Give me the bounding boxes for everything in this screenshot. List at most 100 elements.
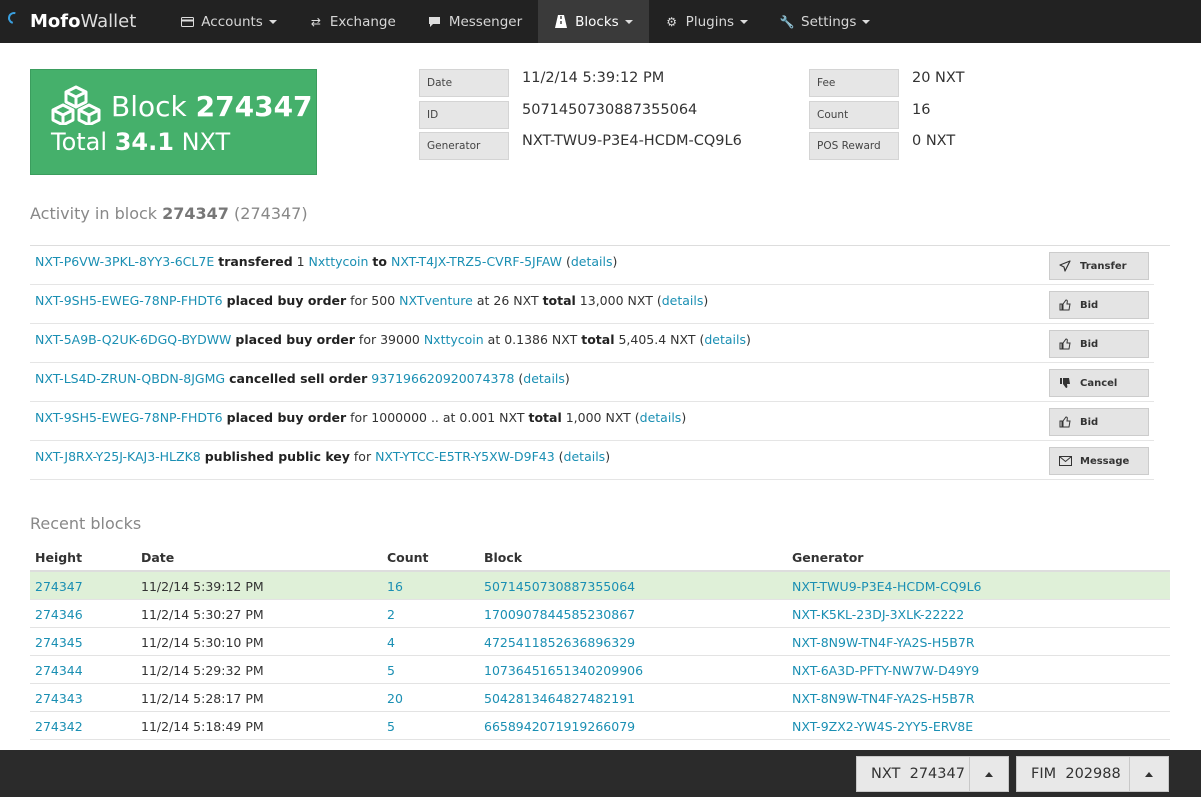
block-height-link[interactable]: 274346 bbox=[35, 607, 83, 622]
nav-accounts[interactable]: Accounts bbox=[164, 0, 293, 43]
wrench-icon: 🔧 bbox=[779, 14, 795, 29]
table-row[interactable]: 274345 11/2/14 5:30:10 PM 4 472541185263689… bbox=[30, 628, 1170, 656]
activity-link[interactable]: NXT-9SH5-EWEG-78NP-FHDT6 bbox=[35, 410, 223, 425]
date-value: 11/2/14 5:39:12 PM bbox=[522, 70, 665, 86]
block-id-link[interactable]: 5071450730887355064 bbox=[484, 579, 635, 594]
activity-text-part: at 0.1386 NXT bbox=[483, 332, 582, 347]
thumbs-down-icon bbox=[1058, 377, 1072, 389]
block-height-link[interactable]: 274345 bbox=[35, 635, 83, 650]
table-body: 274347 11/2/14 5:39:12 PM 16 50714507308873… bbox=[30, 572, 1170, 768]
details-link[interactable]: details bbox=[704, 332, 746, 347]
activity-link[interactable]: NXT-YTCC-E5TR-Y5XW-D9F43 bbox=[375, 449, 555, 464]
activity-text-part: ) bbox=[681, 410, 687, 425]
activity-link[interactable]: Nxttycoin bbox=[424, 332, 484, 347]
block-id-link[interactable]: 6658942071919266079 bbox=[484, 719, 635, 734]
generator-link[interactable]: NXT-K5KL-23DJ-3XLK-22222 bbox=[792, 607, 964, 622]
table-row[interactable]: 274346 11/2/14 5:30:27 PM 2 170090784458523… bbox=[30, 600, 1170, 628]
block-id-link[interactable]: 5042813464827482191 bbox=[484, 691, 635, 706]
table-row[interactable]: 274343 11/2/14 5:28:17 PM 20 50428134648274… bbox=[30, 684, 1170, 712]
details-link[interactable]: details bbox=[640, 410, 682, 425]
generator-link[interactable]: NXT-TWU9-P3E4-HCDM-CQ9L6 bbox=[522, 133, 742, 149]
tx-count-link[interactable]: 5 bbox=[387, 719, 395, 734]
brand-logo[interactable]: Mofo Wallet bbox=[0, 0, 164, 43]
tx-count-link[interactable]: 20 bbox=[387, 691, 403, 706]
generator-link[interactable]: NXT-6A3D-PFTY-NW7W-D49Y9 bbox=[792, 663, 979, 678]
column-header-height[interactable]: Height bbox=[35, 550, 82, 565]
activity-heading-block: 274347 bbox=[162, 204, 229, 223]
fee-label: Fee bbox=[809, 69, 899, 97]
details-link[interactable]: details bbox=[571, 254, 613, 269]
activity-text-part: ) bbox=[612, 254, 618, 269]
activity-link[interactable]: NXT-LS4D-ZRUN-QBDN-8JGMG bbox=[35, 371, 225, 386]
details-link[interactable]: details bbox=[523, 371, 565, 386]
block-height-link[interactable]: 274347 bbox=[35, 579, 83, 594]
activity-link[interactable]: NXT-J8RX-Y25J-KAJ3-HLZK8 bbox=[35, 449, 201, 464]
bid-button[interactable]: Bid bbox=[1049, 330, 1149, 358]
nav-messenger-label: Messenger bbox=[448, 13, 523, 30]
table-row[interactable]: 274344 11/2/14 5:29:32 PM 5 107364516513402… bbox=[30, 656, 1170, 684]
activity-link[interactable]: Nxttycoin bbox=[309, 254, 369, 269]
activity-action: total bbox=[581, 332, 615, 347]
pos-reward-value: 0 NXT bbox=[912, 133, 956, 149]
bid-button[interactable]: Bid bbox=[1049, 291, 1149, 319]
generator-link[interactable]: NXT-8N9W-TN4F-YA2S-H5B7R bbox=[792, 691, 975, 706]
nxt-expand-button[interactable] bbox=[970, 756, 1008, 792]
nxt-height-display[interactable]: NXT 274347 bbox=[857, 756, 970, 792]
activity-link[interactable]: NXT-9SH5-EWEG-78NP-FHDT6 bbox=[35, 293, 223, 308]
tx-count-link[interactable]: 16 bbox=[387, 579, 403, 594]
nav-settings[interactable]: 🔧 Settings bbox=[764, 0, 886, 43]
chevron-down-icon bbox=[740, 19, 749, 24]
activity-text: NXT-J8RX-Y25J-KAJ3-HLZK8 published publi… bbox=[35, 449, 610, 464]
fim-expand-button[interactable] bbox=[1130, 756, 1168, 792]
activity-link[interactable]: NXT-P6VW-3PKL-8YY3-6CL7E bbox=[35, 254, 214, 269]
thumbs-up-icon bbox=[1058, 299, 1072, 311]
tx-count-link[interactable]: 2 bbox=[387, 607, 395, 622]
column-header-generator[interactable]: Generator bbox=[792, 550, 863, 565]
activity-heading-paren: (274347) bbox=[234, 204, 308, 223]
details-link[interactable]: details bbox=[564, 449, 606, 464]
activity-link[interactable]: 937196620920074378 bbox=[371, 371, 514, 386]
activity-link[interactable]: NXT-T4JX-TRZ5-CVRF-5JFAW bbox=[391, 254, 562, 269]
tx-count-link[interactable]: 4 bbox=[387, 635, 395, 650]
activity-text-part: ) bbox=[564, 371, 570, 386]
column-header-date[interactable]: Date bbox=[141, 550, 174, 565]
chat-icon bbox=[428, 16, 442, 28]
nav-messenger[interactable]: Messenger bbox=[412, 0, 538, 43]
block-date: 11/2/14 5:30:10 PM bbox=[141, 635, 264, 650]
transfer-button[interactable]: Transfer bbox=[1049, 252, 1149, 280]
activity-text-part: 1 bbox=[292, 254, 309, 269]
activity-action: to bbox=[372, 254, 387, 269]
nav-blocks[interactable]: Blocks bbox=[538, 0, 649, 43]
total-amount: 34.1 bbox=[114, 128, 174, 156]
block-height-link[interactable]: 274343 bbox=[35, 691, 83, 706]
button-label: Cancel bbox=[1080, 377, 1118, 389]
nav-plugins[interactable]: ⚙ Plugins bbox=[649, 0, 764, 43]
block-id-link[interactable]: 10736451651340209906 bbox=[484, 663, 643, 678]
block-id-link[interactable]: 4725411852636896329 bbox=[484, 635, 635, 650]
table-row[interactable]: 274347 11/2/14 5:39:12 PM 16 50714507308873… bbox=[30, 572, 1170, 600]
fim-height-display[interactable]: FIM 202988 bbox=[1017, 756, 1130, 792]
activity-link[interactable]: NXT-5A9B-Q2UK-6DGQ-BYDWW bbox=[35, 332, 231, 347]
block-height-link[interactable]: 274342 bbox=[35, 719, 83, 734]
generator-link[interactable]: NXT-TWU9-P3E4-HCDM-CQ9L6 bbox=[792, 579, 982, 594]
activity-link[interactable]: NXTventure bbox=[399, 293, 473, 308]
generator-label: Generator bbox=[419, 132, 509, 160]
generator-link[interactable]: NXT-8N9W-TN4F-YA2S-H5B7R bbox=[792, 635, 975, 650]
details-link[interactable]: details bbox=[662, 293, 704, 308]
recent-blocks-heading: Recent blocks bbox=[30, 514, 142, 533]
column-header-block[interactable]: Block bbox=[484, 550, 522, 565]
message-button[interactable]: Message bbox=[1049, 447, 1149, 475]
block-title: Block 274347 bbox=[111, 90, 313, 123]
block-id-link[interactable]: 17009078445852308​67 bbox=[484, 607, 635, 622]
nav-exchange[interactable]: ⇄ Exchange bbox=[293, 0, 412, 43]
bid-button[interactable]: Bid bbox=[1049, 408, 1149, 436]
table-header: Height Date Count Block Generator bbox=[30, 543, 1170, 572]
generator-link[interactable]: NXT-9ZX2-YW4S-2YY5-ERV8E bbox=[792, 719, 973, 734]
table-row[interactable]: 274342 11/2/14 5:18:49 PM 5 665894207191926… bbox=[30, 712, 1170, 740]
tx-count-link[interactable]: 5 bbox=[387, 663, 395, 678]
activity-action: total bbox=[528, 410, 562, 425]
cancel-button[interactable]: Cancel bbox=[1049, 369, 1149, 397]
activity-row: NXT-LS4D-ZRUN-QBDN-8JGMG cancelled sell … bbox=[30, 363, 1154, 402]
column-header-count[interactable]: Count bbox=[387, 550, 429, 565]
block-height-link[interactable]: 274344 bbox=[35, 663, 83, 678]
